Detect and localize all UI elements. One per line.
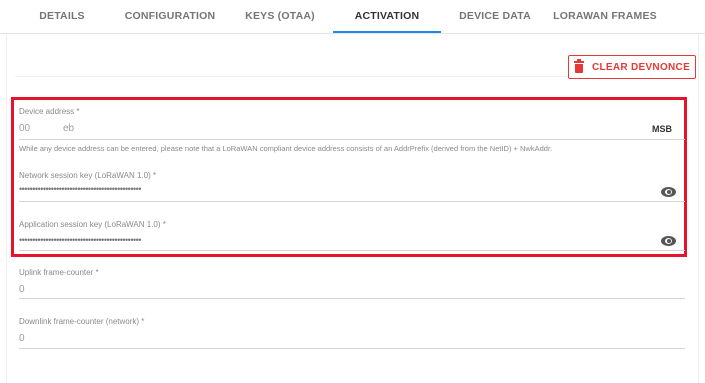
tab-device-data[interactable]: DEVICE DATA [452,0,538,34]
byte-order-toggle[interactable]: MSB [652,124,672,134]
device-address-byte-1[interactable]: 00 [19,123,30,134]
network-session-key-underline [19,201,685,202]
tab-details[interactable]: DETAILS [22,0,102,34]
device-address-hint: While any device address can be entered,… [19,144,553,153]
device-address-label: Device address * [19,107,80,116]
tab-lorawan-frames[interactable]: LORAWAN FRAMES [550,0,660,34]
eye-icon[interactable] [661,187,676,197]
uplink-frame-counter-input[interactable]: 0 [19,284,25,295]
clear-devnonce-button[interactable]: CLEAR DEVNONCE [568,55,696,79]
downlink-frame-counter-underline [19,348,685,349]
eye-icon[interactable] [661,236,676,246]
tab-bar: DETAILS CONFIGURATION KEYS (OTAA) ACTIVA… [0,0,705,34]
device-address-underline [19,139,685,140]
network-session-key-input[interactable]: ••••••••••••••••••••••••••••••••••••••••… [19,184,141,194]
tab-keys-otaa[interactable]: KEYS (OTAA) [238,0,322,34]
network-session-key-label: Network session key (LoRaWAN 1.0) * [19,171,157,180]
application-session-key-underline [19,250,685,251]
tab-activation[interactable]: ACTIVATION [333,0,441,34]
clear-devnonce-label: CLEAR DEVNONCE [591,61,691,73]
tab-configuration[interactable]: CONFIGURATION [118,0,222,34]
trash-icon [573,59,584,73]
downlink-frame-counter-label: Downlink frame-counter (network) * [19,317,145,326]
downlink-frame-counter-input[interactable]: 0 [19,333,25,344]
device-address-byte-2[interactable]: eb [63,123,74,134]
uplink-frame-counter-label: Uplink frame-counter * [19,268,99,277]
application-session-key-input[interactable]: ••••••••••••••••••••••••••••••••••••••••… [19,235,141,245]
application-session-key-label: Application session key (LoRaWAN 1.0) * [19,220,166,229]
uplink-frame-counter-underline [19,298,685,299]
